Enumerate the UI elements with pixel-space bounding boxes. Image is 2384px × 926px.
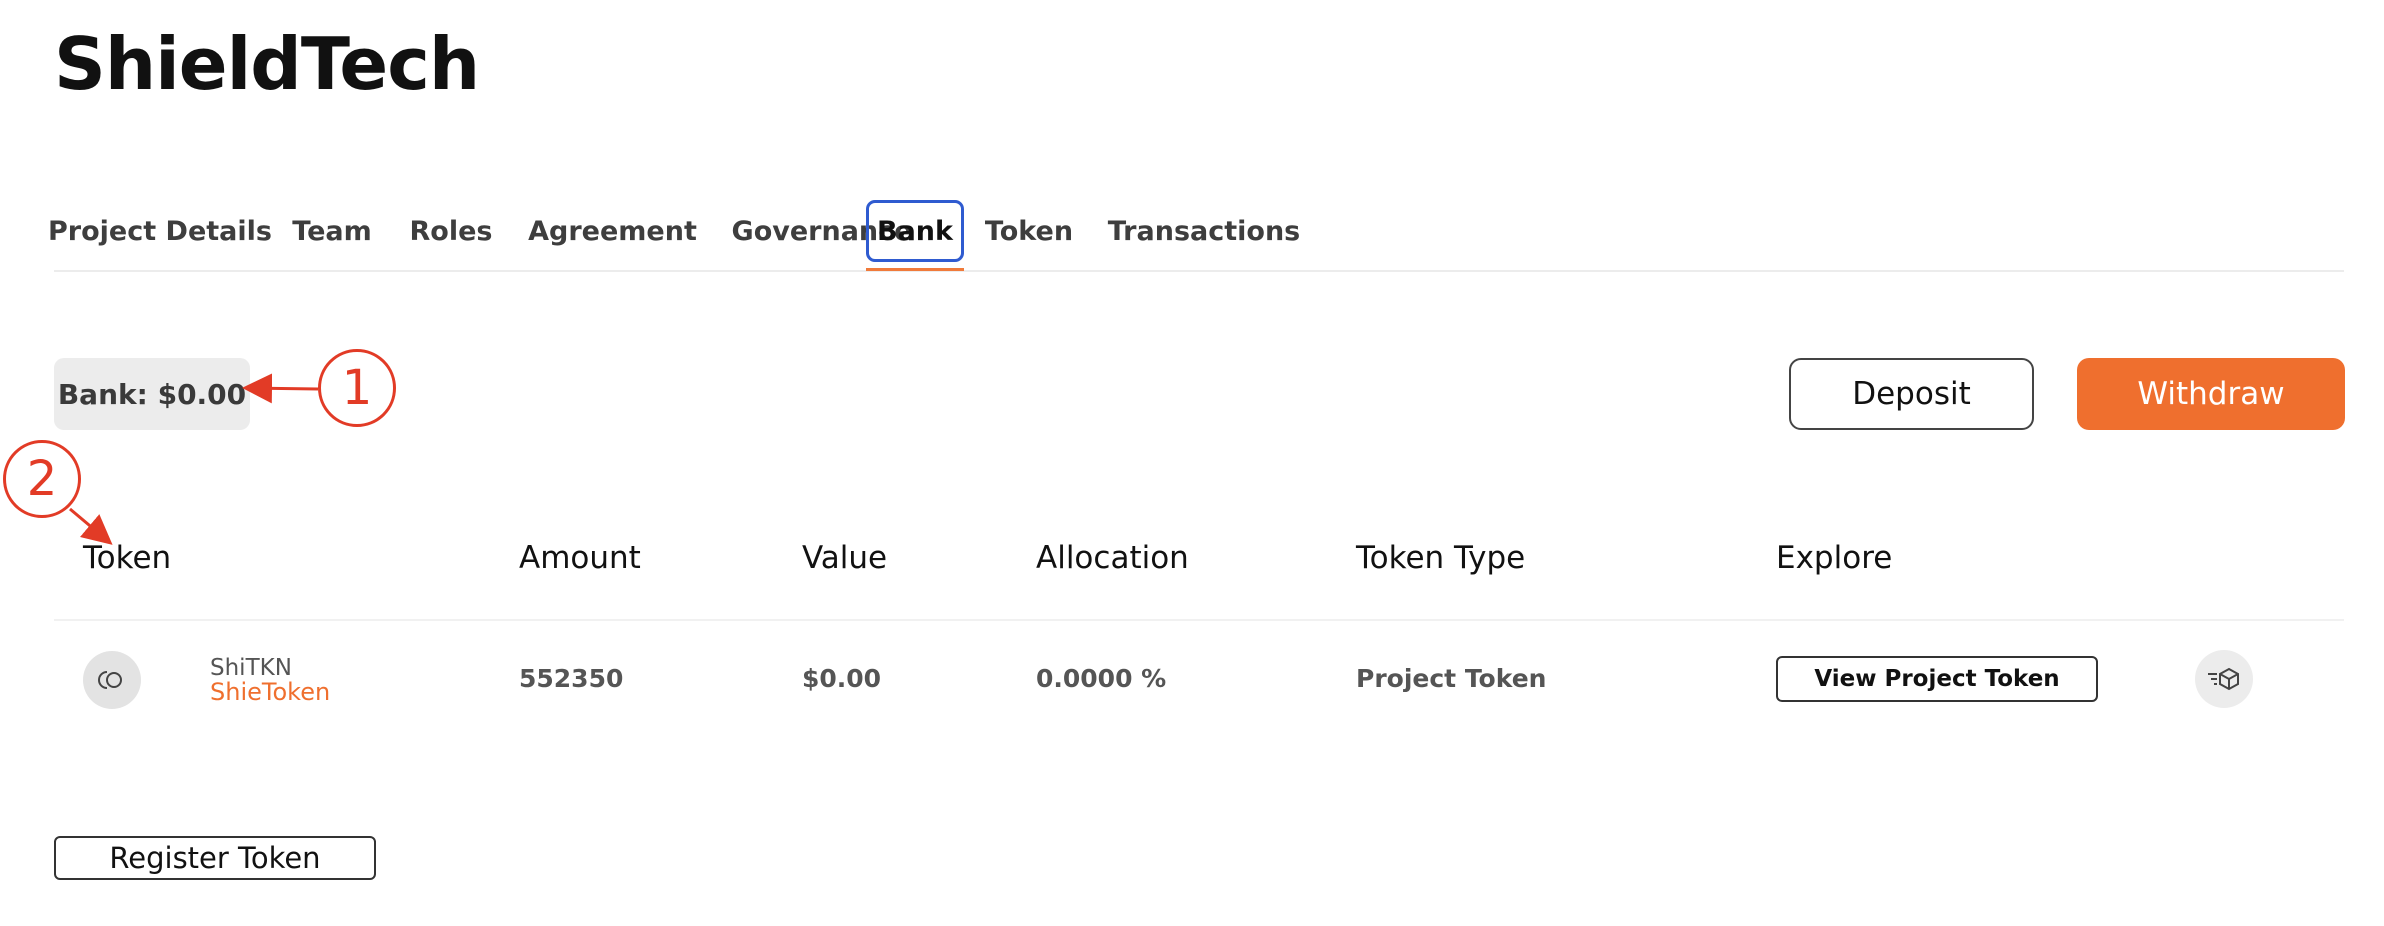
annotation-arrows (69, 373, 319, 545)
annotation-arrow-2 (69, 507, 113, 545)
annotation-arrow-1 (242, 373, 319, 404)
